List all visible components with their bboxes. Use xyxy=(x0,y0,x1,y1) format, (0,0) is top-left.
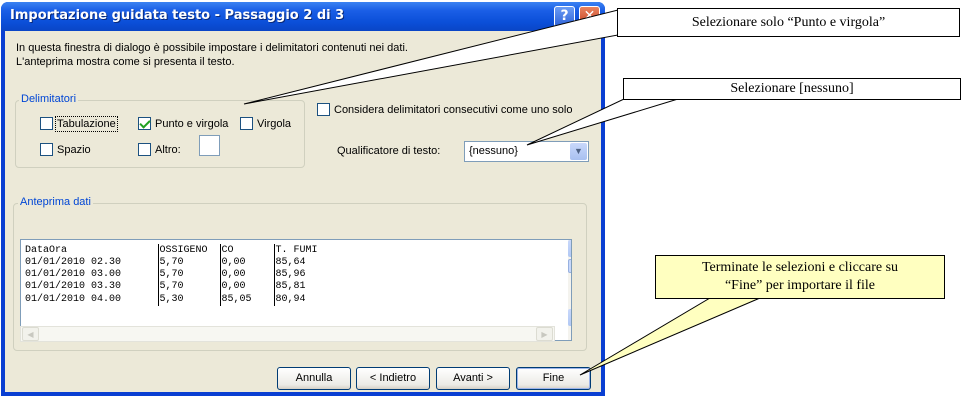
scroll-thumb[interactable] xyxy=(568,259,571,273)
scroll-left-icon[interactable]: ◀ xyxy=(22,327,39,341)
intro-line-1: In questa finestra di dialogo è possibil… xyxy=(16,42,408,54)
table-cell: 5,70 xyxy=(157,268,220,280)
spazio-box[interactable] xyxy=(40,143,53,156)
table-cell: 5,70 xyxy=(157,280,220,292)
table-row: 01/01/2010 03.30 5,70 0,00 85,81 xyxy=(24,280,334,292)
qualifier-value: {nessuno} xyxy=(469,145,518,157)
delimiters-legend: Delimitatori xyxy=(19,93,79,105)
scroll-up-icon[interactable]: ▲ xyxy=(568,240,571,257)
scroll-right-icon[interactable]: ▶ xyxy=(536,327,553,341)
qualifier-select[interactable]: {nessuno} ▼ xyxy=(464,141,589,162)
consecutive-delimiters-checkbox[interactable]: Considera delimitatori consecutivi come … xyxy=(317,103,572,116)
punto-e-virgola-checkbox[interactable]: Punto e virgola xyxy=(138,117,228,130)
consecutive-delimiters-label: Considera delimitatori consecutivi come … xyxy=(334,103,573,116)
virgola-box[interactable] xyxy=(240,117,253,130)
punto-e-virgola-label: Punto e virgola xyxy=(155,117,229,130)
table-cell: 80,94 xyxy=(273,292,334,306)
table-cell: 0,00 xyxy=(219,256,274,268)
altro-box[interactable] xyxy=(138,143,151,156)
table-row: DataOra OSSIGENO CO T. FUMI xyxy=(24,244,334,256)
callout-nessuno-text: Selezionare [nessuno] xyxy=(730,81,854,96)
spazio-label: Spazio xyxy=(57,143,91,156)
tabulazione-checkbox[interactable]: Tabulazione xyxy=(40,115,118,132)
table-row: 01/01/2010 02.30 5,70 0,00 85,64 xyxy=(24,256,334,268)
annulla-button[interactable]: Annulla xyxy=(277,367,351,390)
callout-fine-line-1: Terminate le selezioni e cliccare su xyxy=(701,260,899,275)
indietro-button[interactable]: < Indietro xyxy=(356,367,430,390)
fine-button[interactable]: Fine xyxy=(516,367,591,390)
table-cell: 0,00 xyxy=(219,280,274,292)
intro-line-2: L'anteprima mostra come si presenta il t… xyxy=(16,56,235,68)
text-import-wizard-dialog: Importazione guidata testo - Passaggio 2… xyxy=(1,2,605,396)
spazio-checkbox[interactable]: Spazio xyxy=(40,143,91,156)
vertical-scrollbar[interactable]: ▲ ▼ xyxy=(568,240,571,340)
callout-fine: Terminate le selezioni e cliccare su “Fi… xyxy=(655,255,945,299)
callout-fine-line-2: “Fine” per importare il file xyxy=(724,278,876,293)
close-button[interactable]: ✕ xyxy=(579,6,600,27)
table-row: 01/01/2010 03.00 5,70 0,00 85,96 xyxy=(24,268,334,280)
window-title: Importazione guidata testo - Passaggio 2… xyxy=(10,8,345,23)
delimiters-group xyxy=(15,100,305,168)
table-cell: 01/01/2010 04.00 xyxy=(25,293,122,305)
table-cell: 85,64 xyxy=(273,256,334,268)
table-cell: DataOra xyxy=(25,244,68,256)
help-button[interactable]: ? xyxy=(554,6,575,27)
table-cell: 5,30 xyxy=(157,292,220,306)
preview-legend: Anteprima dati xyxy=(18,196,93,208)
intro-text: In questa finestra di dialogo è possibil… xyxy=(16,41,408,69)
callout-punto-text: Selezionare solo “Punto e virgola” xyxy=(691,15,886,30)
table-cell: 5,70 xyxy=(157,256,220,268)
tabulazione-label: Tabulazione xyxy=(55,115,118,132)
table-cell: 85,81 xyxy=(273,280,334,292)
table-cell: T. FUMI xyxy=(273,244,334,256)
horizontal-scrollbar[interactable]: ◀ ▶ xyxy=(20,326,555,342)
callout-punto-e-virgola: Selezionare solo “Punto e virgola” xyxy=(617,8,960,37)
virgola-checkbox[interactable]: Virgola xyxy=(240,117,291,130)
altro-checkbox[interactable]: Altro: xyxy=(138,143,181,156)
table-cell: 01/01/2010 03.30 xyxy=(25,280,122,292)
preview-table: DataOra OSSIGENO CO T. FUMI 01/01/2010 02.30… xyxy=(24,244,334,306)
chevron-down-icon[interactable]: ▼ xyxy=(570,143,587,160)
table-cell: OSSIGENO xyxy=(157,244,220,256)
virgola-label: Virgola xyxy=(257,117,292,130)
leader-fine xyxy=(579,297,761,376)
table-cell: 01/01/2010 02.30 xyxy=(25,256,122,268)
punto-e-virgola-box[interactable] xyxy=(138,117,151,130)
callout-nessuno: Selezionare [nessuno] xyxy=(623,78,961,100)
dialog-body: In questa finestra di dialogo è possibil… xyxy=(5,31,601,392)
title-bar[interactable]: Importazione guidata testo - Passaggio 2… xyxy=(1,2,605,31)
qualifier-label: Qualificatore di testo: xyxy=(337,145,441,157)
scroll-down-icon[interactable]: ▼ xyxy=(568,309,571,326)
tabulazione-box[interactable] xyxy=(40,117,53,130)
altro-input[interactable] xyxy=(199,135,220,156)
table-cell: 85,96 xyxy=(273,268,334,280)
altro-label: Altro: xyxy=(155,143,181,156)
table-row: 01/01/2010 04.00 5,30 85,05 80,94 xyxy=(24,292,334,306)
avanti-button[interactable]: Avanti > xyxy=(436,367,510,390)
table-cell: 85,05 xyxy=(219,292,274,306)
table-cell: 01/01/2010 03.00 xyxy=(25,268,122,280)
table-cell: CO xyxy=(219,244,274,256)
table-cell: 0,00 xyxy=(219,268,274,280)
consecutive-delimiters-box[interactable] xyxy=(317,103,330,116)
